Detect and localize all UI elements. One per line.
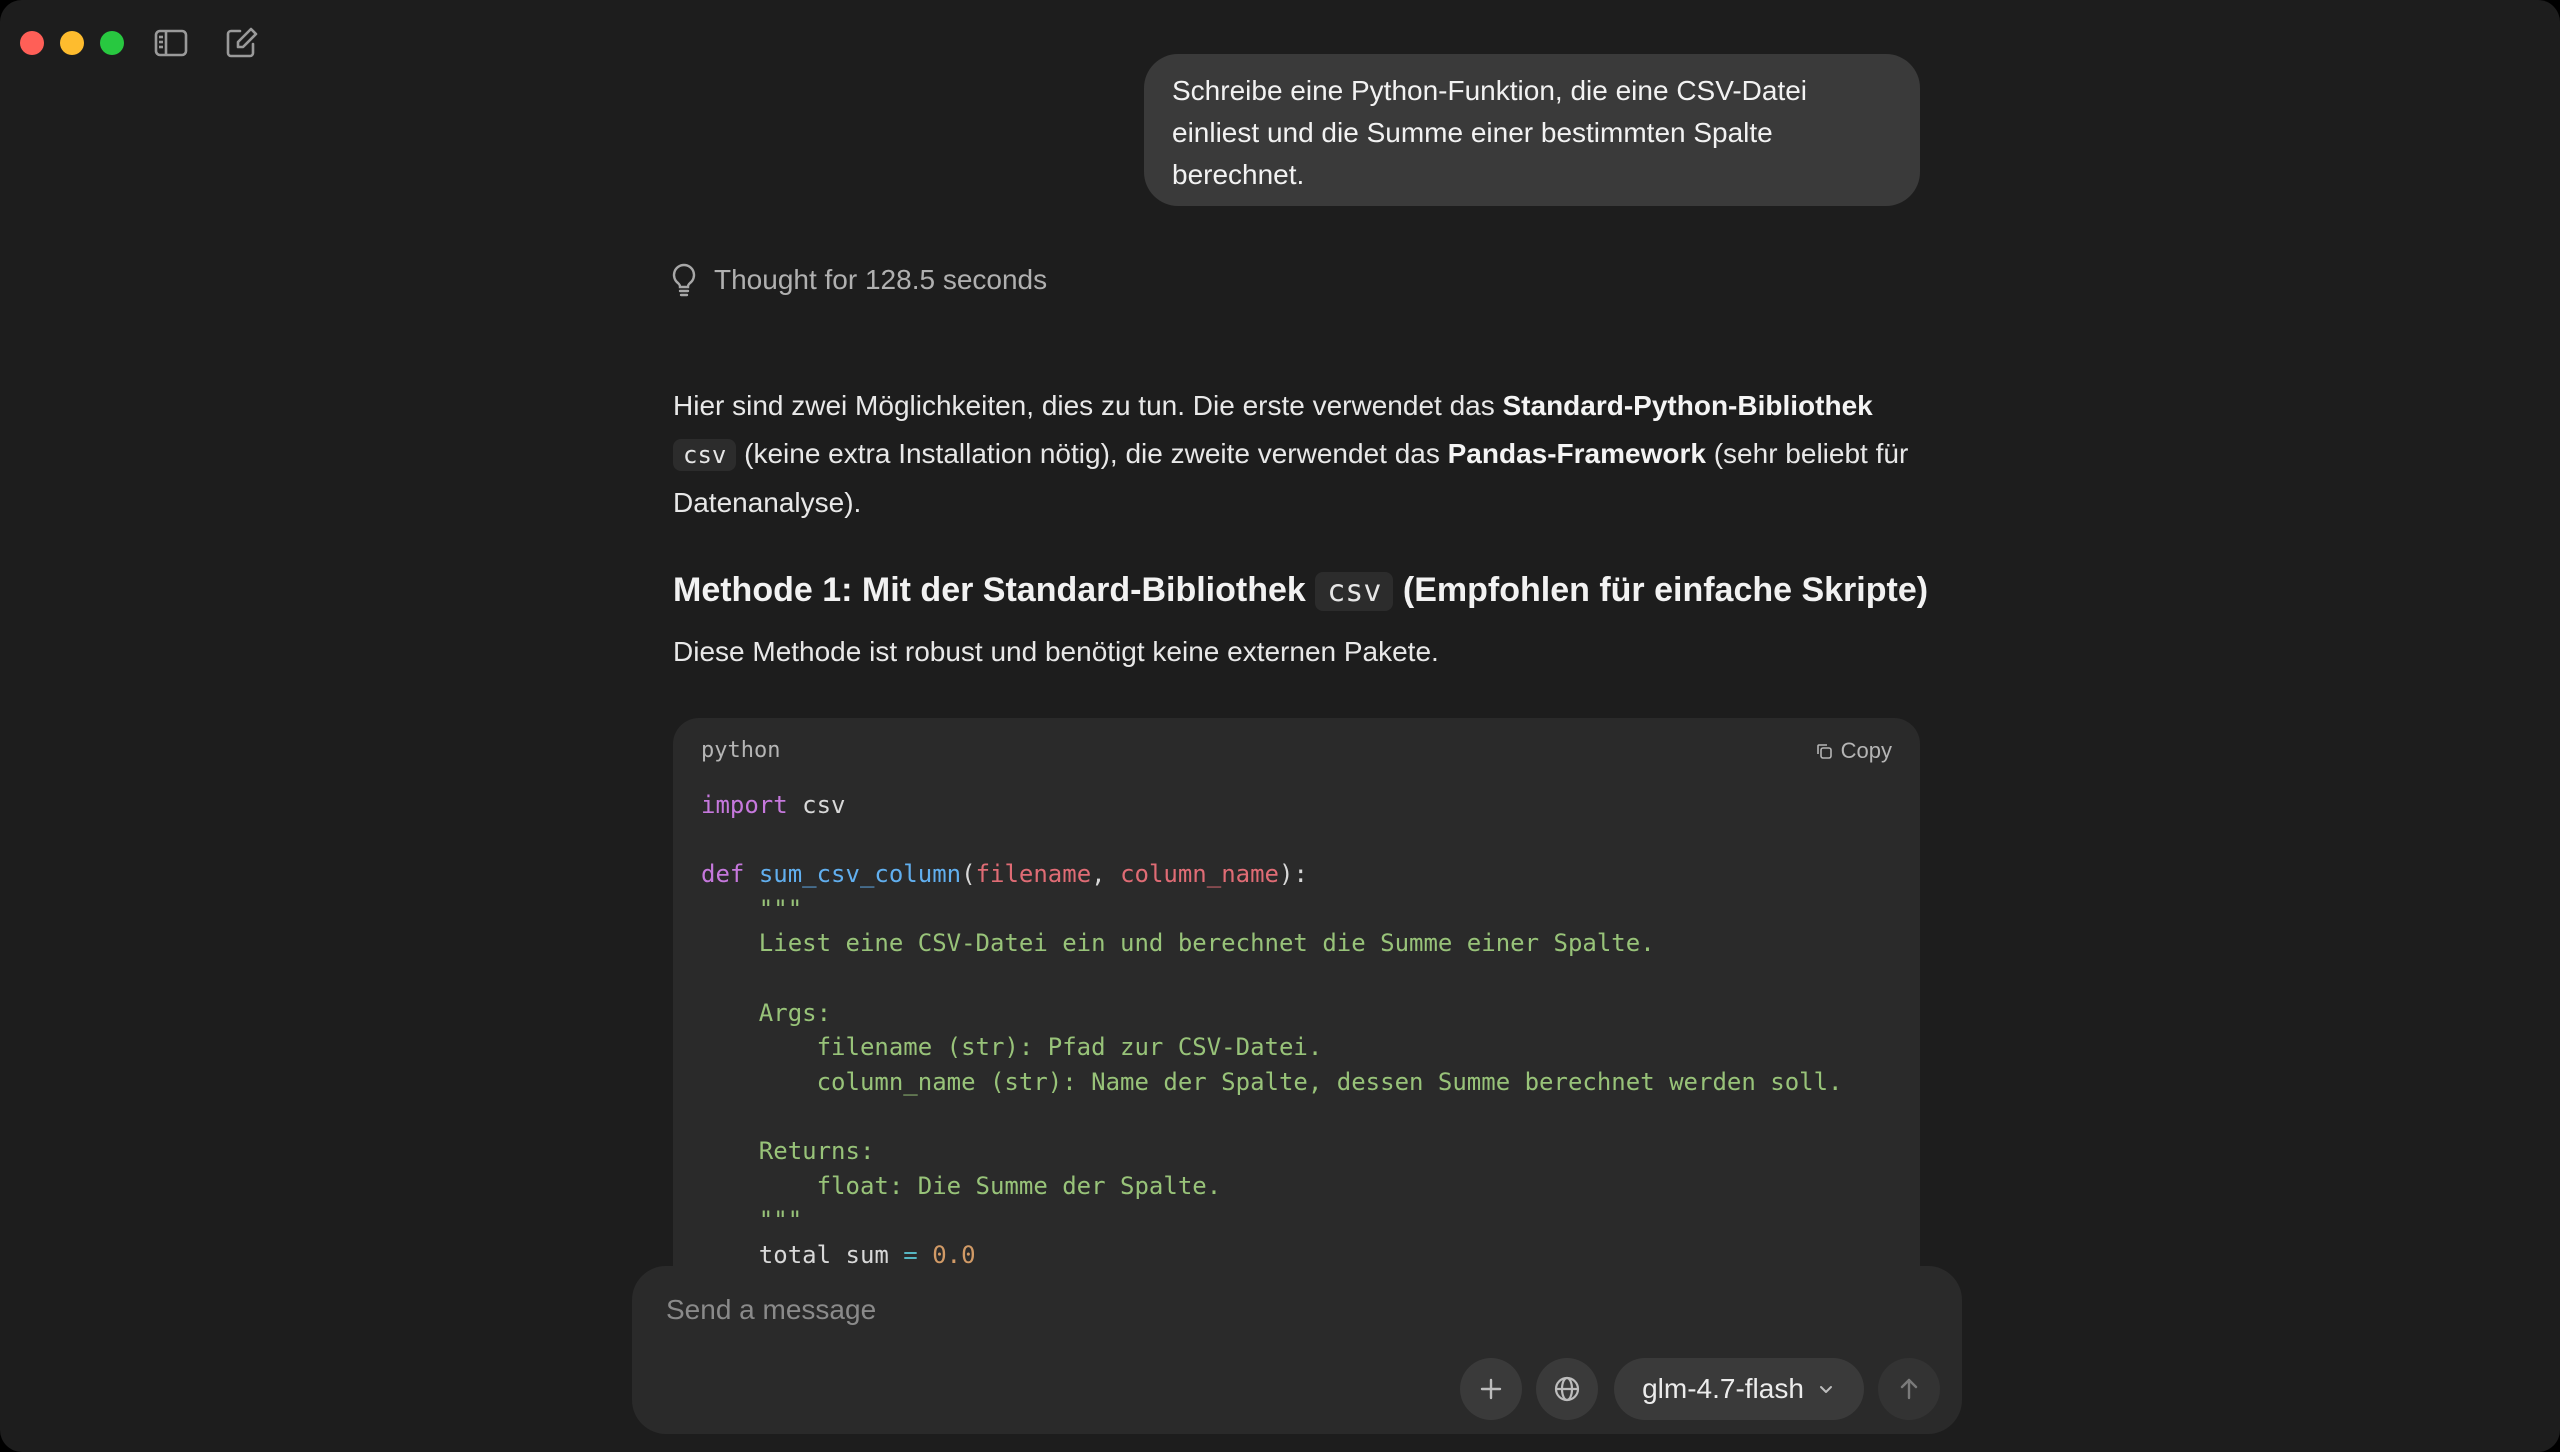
web-search-button[interactable] bbox=[1536, 1358, 1598, 1420]
maximize-window-button[interactable] bbox=[100, 31, 124, 55]
code-token: Returns: bbox=[701, 1136, 875, 1165]
user-message-bubble: Schreibe eine Python-Funktion, die eine … bbox=[1144, 54, 1920, 206]
intro-text: (keine extra Installation nötig), die zw… bbox=[736, 438, 1448, 469]
code-language-label: python bbox=[701, 738, 781, 763]
close-window-button[interactable] bbox=[20, 31, 44, 55]
intro-text: Hier sind zwei Möglichkeiten, dies zu tu… bbox=[673, 390, 1503, 421]
code-token: filename (str): Pfad zur CSV-Datei. bbox=[701, 1033, 1323, 1062]
code-token: filename bbox=[975, 860, 1092, 889]
minimize-window-button[interactable] bbox=[60, 31, 84, 55]
chevron-down-icon bbox=[1819, 1386, 1832, 1393]
plus-icon bbox=[1480, 1378, 1502, 1400]
code-token: Liest eine CSV-Datei ein und berechnet d… bbox=[701, 929, 1655, 958]
code-token: Args: bbox=[701, 998, 832, 1027]
code-token: total_sum bbox=[701, 1240, 904, 1269]
code-token: csv bbox=[787, 791, 846, 819]
method-heading: Methode 1: Mit der Standard-Bibliothek c… bbox=[673, 562, 1928, 620]
thought-indicator[interactable]: Thought for 128.5 seconds bbox=[668, 262, 1047, 298]
model-name: glm-4.7-flash bbox=[1642, 1373, 1804, 1404]
code-token: column_name (str): Name der Spalte, dess… bbox=[701, 1067, 1843, 1096]
sidebar-toggle-icon[interactable] bbox=[153, 26, 189, 60]
code-token: """ bbox=[701, 1206, 803, 1235]
globe-icon bbox=[1554, 1376, 1580, 1402]
method-description: Diese Methode ist robust und benötigt ke… bbox=[673, 636, 1439, 667]
intro-bold-pandas: Pandas-Framework bbox=[1447, 438, 1706, 469]
code-token: import bbox=[701, 791, 788, 819]
intro-bold-stdlib: Standard-Python-Bibliothek bbox=[1502, 390, 1873, 421]
code-token: 0.0 bbox=[932, 1240, 976, 1269]
send-button[interactable] bbox=[1878, 1358, 1940, 1420]
copy-icon bbox=[1816, 744, 1832, 759]
message-input[interactable] bbox=[666, 1286, 1866, 1334]
code-block: python Copy import csv def sum_csv_colum… bbox=[673, 718, 1920, 1358]
code-token: """ bbox=[701, 894, 803, 923]
code-token: = bbox=[903, 1240, 918, 1269]
arrow-up-icon bbox=[1900, 1378, 1918, 1400]
thought-label: Thought for 128.5 seconds bbox=[714, 264, 1048, 295]
heading-text: Methode 1: Mit der Standard-Bibliothek bbox=[673, 571, 1316, 609]
new-chat-icon[interactable] bbox=[224, 26, 260, 60]
app-window: Schreibe eine Python-Funktion, die eine … bbox=[0, 0, 2560, 1452]
code-token: sum_csv_column bbox=[758, 860, 962, 889]
code-token: def bbox=[701, 860, 745, 889]
copy-label: Copy bbox=[1840, 738, 1892, 763]
code-token: column_name bbox=[1120, 860, 1280, 889]
copy-code-button[interactable]: Copy bbox=[1815, 738, 1892, 764]
heading-inline-code: csv bbox=[1315, 572, 1394, 611]
intro-paragraph: Hier sind zwei Möglichkeiten, dies zu tu… bbox=[673, 382, 1923, 527]
heading-text: (Empfohlen für einfache Skripte) bbox=[1393, 571, 1929, 609]
model-selector[interactable]: glm-4.7-flash bbox=[1614, 1358, 1864, 1420]
message-composer: glm-4.7-flash bbox=[632, 1266, 1962, 1434]
add-attachment-button[interactable] bbox=[1460, 1358, 1522, 1420]
code-content: import csv def sum_csv_column(filename, … bbox=[701, 791, 1843, 1269]
inline-code-csv: csv bbox=[673, 439, 737, 471]
code-token: float: Die Summe der Spalte. bbox=[701, 1171, 1222, 1200]
lightbulb-icon bbox=[668, 262, 700, 298]
